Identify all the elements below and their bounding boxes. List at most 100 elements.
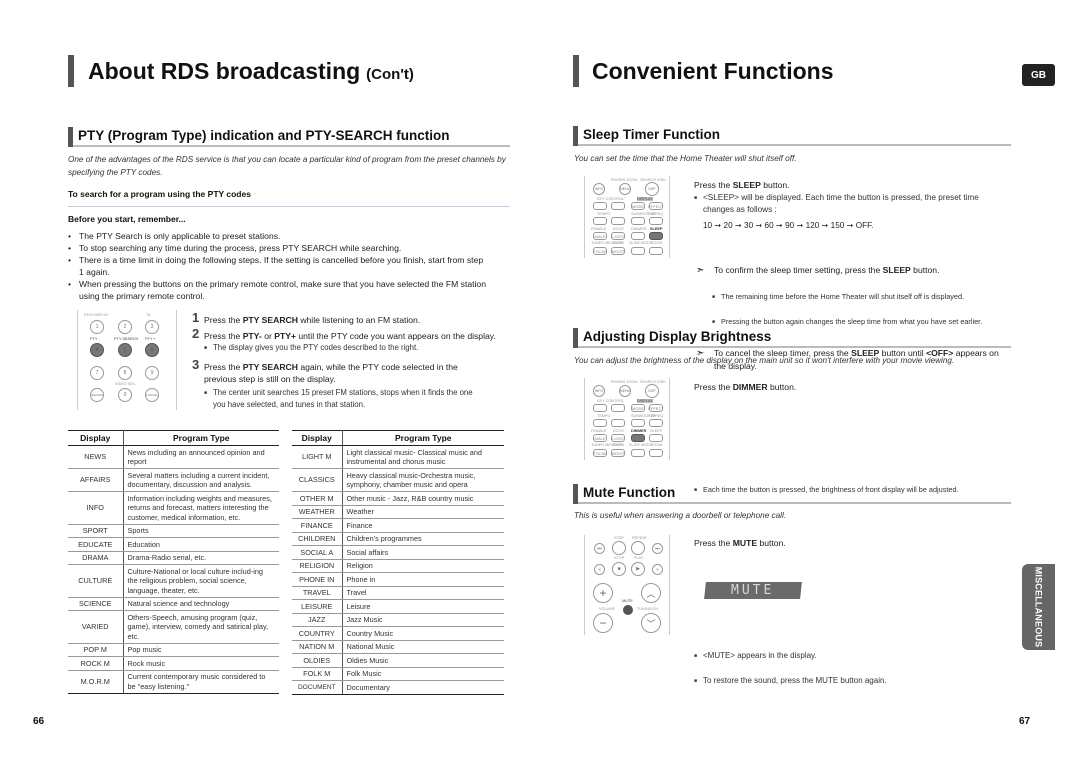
side-tab-miscellaneous: MISCELLANEOUS [1022, 564, 1055, 650]
title-suffix: (Con't) [366, 66, 414, 83]
remote-label: SLIDE MODE [629, 443, 653, 447]
remote-label: DISPLAY [637, 399, 653, 403]
cell-display: NEWS [68, 445, 124, 469]
dspeq-button [649, 419, 663, 427]
cell-program-type: Finance [342, 518, 504, 533]
step-bold: PTY SEARCH [242, 315, 298, 325]
cell-program-type: Social affairs [342, 545, 504, 560]
cell-program-type: Several matters including a current inci… [123, 468, 279, 492]
remote-label: VOLUME [599, 607, 616, 611]
remote-button-1: 1 [90, 320, 104, 334]
remote-label: PTY SEARCH [114, 337, 139, 341]
cell-program-type: Country Music [342, 626, 504, 641]
remote-button-2: 2 [118, 320, 132, 334]
cell-display: CULTURE [68, 564, 124, 598]
step-text: Press the [204, 315, 243, 325]
remote-label: DSP/EQ [649, 414, 664, 418]
sleep-tip-note: Pressing the button again changes the sl… [712, 316, 1080, 328]
press-text: button. [760, 180, 790, 190]
step-3-note: The center unit searches 15 preset FM st… [204, 387, 474, 411]
tip-bold: SLEEP [882, 265, 911, 275]
mute-button-icon [623, 605, 633, 615]
sleep-button [649, 232, 663, 240]
slide-mode-button [631, 449, 645, 457]
step-2-note: The display gives you the PTY codes desc… [204, 342, 512, 354]
remote-button-0: 0 [118, 388, 132, 402]
pscan-button: P.SCAN [592, 449, 608, 457]
cell-program-type: Weather [342, 505, 504, 519]
cell-program-type: Current contemporary music considered to… [123, 670, 279, 694]
remote-button-9: 9 [145, 366, 159, 380]
table-row: CHILDREN Children's programmes [292, 532, 504, 546]
table-row: EDUCATE Education [68, 537, 279, 552]
mute-bullet: <MUTE> appears in the display. [694, 650, 1080, 662]
section-bar-decoration [573, 484, 578, 504]
cell-display: CHILDREN [292, 532, 343, 546]
sleep-press: Press the SLEEP button. [694, 179, 790, 191]
info-button: INFO [593, 385, 605, 397]
most-button: MO/ST [611, 247, 625, 255]
table-row: INFO Information including weights and me… [68, 491, 279, 525]
play-pause-icon: ▶ [631, 562, 645, 576]
info-button: INFO [593, 183, 605, 195]
step-text: Press the [204, 362, 243, 372]
step-bold: PTY+ [274, 331, 296, 341]
cell-program-type: Documentary [342, 680, 504, 695]
section-bar-decoration [68, 127, 73, 147]
page-number-left: 66 [33, 716, 45, 727]
cell-display: JAZZ [292, 613, 343, 627]
table-row: LIGHT M Light classical music- Classical … [292, 445, 504, 469]
side-tab-label: MISCELLANEOUS [1033, 566, 1044, 648]
dsp-button: DSP [645, 182, 659, 196]
step-text: or [261, 331, 275, 341]
effect-button: EFFECT [648, 202, 664, 210]
table-row: FOLK M Folk Music [292, 667, 504, 681]
table-row: SOCIAL A Social affairs [292, 545, 504, 560]
fast-forward-icon: » [652, 564, 663, 575]
table-row: TRAVEL Travel [292, 586, 504, 600]
page-title-right: Convenient Functions [592, 58, 834, 84]
table-row: JAZZ Jazz Music [292, 613, 504, 627]
step-button [612, 541, 626, 555]
cell-display: CLASSICS [292, 468, 343, 492]
zoom-button [649, 449, 663, 457]
cell-display: LIGHT M [292, 445, 343, 469]
rewind-icon: « [594, 564, 605, 575]
press-bold: MUTE [732, 538, 758, 548]
col-header-display: Display [68, 430, 124, 446]
mute-display-text: MUTE [731, 583, 775, 598]
cell-display: SCIENCE [68, 597, 124, 611]
dimmer-button [631, 232, 645, 240]
key-plus-button [611, 404, 625, 412]
remote-illustration-dimmer: FM/SBS ZOOM SEARCH DISK INFO MENU DSP KEY CON… [584, 378, 670, 460]
cell-program-type: Heavy classical music-Orchestra music, s… [342, 468, 504, 492]
remote-label: FEMALE [591, 227, 607, 231]
cell-program-type: Leisure [342, 599, 504, 614]
most-button: MO/ST [611, 449, 625, 457]
male-button: MALE [593, 434, 607, 442]
subwoofer-button [631, 419, 645, 427]
cell-display: OTHER M [292, 491, 343, 506]
mute-bullet: To restore the sound, press the MUTE but… [694, 675, 1080, 687]
sleep-button [649, 434, 663, 442]
cell-display: SPORT [68, 524, 124, 538]
step-2: 2 Press the PTY- or PTY+ until the PTY c… [192, 327, 512, 342]
section-title-dimmer: Adjusting Display Brightness [583, 329, 772, 344]
cell-display: M.O.R.M [68, 670, 124, 694]
remote-label: FM/SBS ZOOM [611, 178, 638, 182]
table-row: LEISURE Leisure [292, 599, 504, 614]
remote-label: DIMMER [631, 429, 647, 433]
remote-label: VIDEO SEL. [115, 382, 137, 386]
key-minus-button [593, 404, 607, 412]
cell-display: DOCUMENT [292, 680, 343, 695]
dimmer-intro: You can adjust the brightness of the dis… [574, 356, 955, 365]
skip-forward-icon: ⏭ [652, 543, 663, 554]
section-title-pty: PTY (Program Type) indication and PTY-SE… [78, 128, 450, 143]
slide-mode-button [631, 247, 645, 255]
before-heading: Before you start, remember... [68, 214, 186, 224]
section-header-sleep: Sleep Timer Function [573, 126, 1011, 146]
press-bold: SLEEP [732, 180, 761, 190]
remote-button-cancel: CANCEL [145, 388, 159, 402]
section-header-mute: Mute Function [573, 484, 1011, 504]
cell-display: POP M [68, 643, 124, 657]
